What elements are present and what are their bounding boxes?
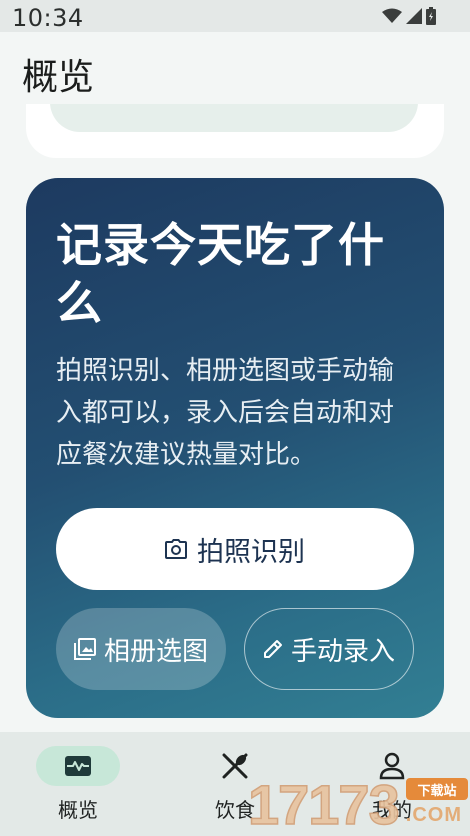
album-select-label: 相册选图	[103, 636, 208, 667]
manual-entry-label: 手动录入	[290, 636, 395, 667]
camera-icon	[165, 539, 187, 559]
hero-description: 拍照识别、相册选图或手动输入都可以，录入后会自动和对应餐次建议热量对比。	[56, 356, 395, 470]
manual-entry-button[interactable]: 手动录入	[244, 608, 414, 690]
nav-indicator-profile	[350, 746, 434, 786]
utensils-icon	[222, 753, 248, 779]
photo-recognition-button[interactable]: 拍照识别	[56, 508, 414, 590]
nav-item-diet[interactable]: 饮食	[175, 746, 295, 826]
person-icon	[379, 752, 405, 780]
status-icons	[382, 6, 436, 26]
album-select-button[interactable]: 相册选图	[56, 608, 226, 690]
page-title: 概览	[22, 57, 95, 98]
nav-item-profile[interactable]: 我的	[332, 746, 452, 826]
photo-recognition-label: 拍照识别	[197, 536, 305, 568]
signal-icon	[406, 8, 422, 24]
nav-label-diet: 饮食	[215, 798, 255, 822]
nav-label-profile: 我的	[372, 798, 412, 822]
nav-item-overview[interactable]: 概览	[18, 746, 138, 826]
nav-indicator-overview	[36, 746, 120, 786]
battery-icon	[426, 7, 436, 25]
image-icon	[73, 638, 96, 660]
app-header: 概览	[0, 32, 470, 104]
hero-title: 记录今天吃了什么	[56, 218, 385, 330]
pencil-icon	[263, 640, 282, 658]
wifi-icon	[382, 8, 402, 23]
record-meal-card: 记录今天吃了什么 拍照识别、相册选图或手动输入都可以，录入后会自动和对应餐次建议…	[26, 178, 444, 718]
status-bar: 10:34	[0, 0, 470, 32]
status-time: 10:34	[12, 4, 84, 32]
bottom-navigation: 概览 饮食 我的	[0, 732, 470, 836]
nav-indicator-diet	[193, 746, 277, 786]
nav-label-overview: 概览	[58, 798, 98, 822]
pulse-icon	[65, 756, 91, 776]
